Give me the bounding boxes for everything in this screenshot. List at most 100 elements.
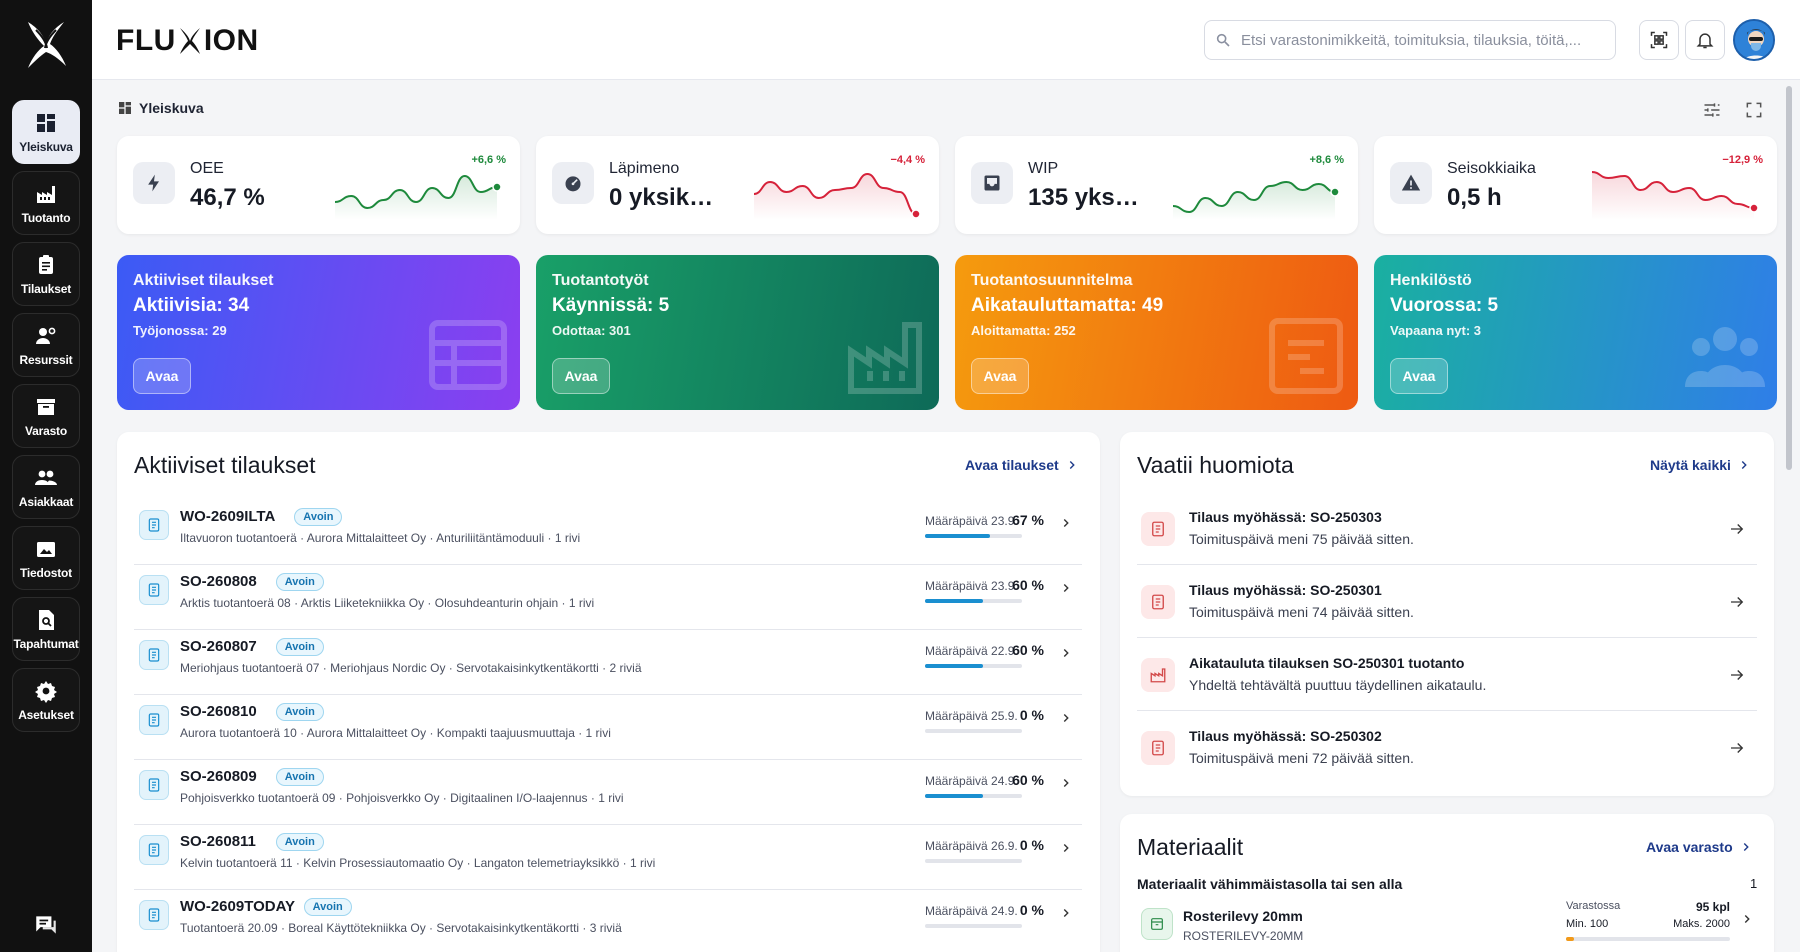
nav-item-label: Tiedostot [20,565,72,580]
nav-item-label: Tapahtumat [13,636,79,651]
qr-scan-button[interactable] [1639,20,1679,60]
user-avatar[interactable] [1733,19,1775,61]
chevron-right-icon[interactable] [1059,841,1073,855]
kpi-card-seisokkiaika[interactable]: Seisokkiaika 0,5 h −12,9 % [1374,136,1777,234]
order-row[interactable]: SO-260811 Avoin Kelvin tuotantoerä 11 · … [134,825,1082,890]
kpi-value: 0 yksikköä [609,184,721,211]
open-warehouse-link[interactable]: Avaa varasto [1646,839,1753,855]
chat-icon[interactable] [33,912,59,938]
order-row[interactable]: SO-260809 Avoin Pohjoisverkko tuotantoer… [134,760,1082,825]
chevron-right-icon[interactable] [1059,581,1073,595]
app-root: Yleiskuva Tuotanto Tilaukset Resurssit Varas… [0,0,1800,952]
order-progress-bar [925,794,1022,798]
nav-item-label: Asiakkaat [18,494,74,509]
nav-item-resurssit[interactable]: Resurssit [12,313,80,377]
summary-card-primary: Aikatauluttamatta: 49 [971,295,1164,316]
order-description: Pohjoisverkko tuotantoerä 09 · Pohjoisve… [180,791,624,805]
fullscreen-icon[interactable] [1744,100,1764,120]
tune-icon[interactable] [1702,100,1722,120]
order-description: Aurora tuotantoerä 10 · Aurora Mittalait… [180,726,611,740]
order-row[interactable]: SO-260810 Avoin Aurora tuotantoerä 10 · … [134,695,1082,760]
stock-level-bar [1566,937,1730,941]
nav-item-tapahtumat[interactable]: Tapahtumat [12,597,80,661]
page-title: Yleiskuva [139,100,204,116]
nav-item-tuotanto[interactable]: Tuotanto [12,171,80,235]
summary-card-open-button[interactable]: Avaa [552,358,610,394]
order-doc-icon [1152,594,1164,610]
page-scrollbar[interactable] [1786,86,1792,470]
nav-item-label: Asetukset [18,707,74,722]
kpi-icon-box [133,162,175,204]
nav-item-varasto[interactable]: Varasto [12,384,80,448]
attention-item[interactable]: Tilaus myöhässä: SO-250301 Toimituspäivä… [1137,565,1757,638]
chevron-right-icon[interactable] [1740,912,1754,926]
chevron-right-icon[interactable] [1059,646,1073,660]
open-orders-link[interactable]: Avaa tilaukset [965,457,1079,473]
order-icon-box [139,835,169,865]
chevron-right-icon[interactable] [1059,711,1073,725]
arrow-right-icon[interactable] [1728,666,1746,684]
order-icon-box [139,900,169,930]
notifications-button[interactable] [1685,20,1725,60]
attention-item-title: Tilaus myöhässä: SO-250303 [1189,509,1382,525]
summary-card-title: Henkilöstö [1390,272,1472,289]
attention-item-subtitle: Toimituspäivä meni 72 päivää sitten. [1189,750,1414,766]
attention-item-subtitle: Yhdeltä tehtävältä puuttuu täydellinen a… [1189,677,1487,693]
summary-card-primary: Vuorossa: 5 [1390,295,1499,316]
kpi-sparkline [334,174,501,220]
order-row[interactable]: WO-2609TODAY Avoin Tuotantoerä 20.09 · B… [134,890,1082,952]
bolt-icon [148,174,159,192]
files-icon [37,541,55,557]
show-all-link[interactable]: Näytä kaikki [1650,457,1751,473]
inbox-icon [984,175,1000,191]
qr-scan-icon [1650,31,1668,49]
order-row[interactable]: WO-2609ILTA Avoin Iltavuoron tuotantoerä… [134,500,1082,565]
nav-item-asetukset[interactable]: Asetukset [12,668,80,732]
nav-item-asiakkaat[interactable]: Asiakkaat [12,455,80,519]
kpi-card-wip[interactable]: WIP 135 yksikköä +8,6 % [955,136,1358,234]
app-logo-icon[interactable] [22,18,70,70]
attention-panel: Vaatii huomiota Näytä kaikki Tilaus myöh… [1120,432,1774,796]
kpi-sparkline [1591,171,1758,220]
attention-item[interactable]: Tilaus myöhässä: SO-250303 Toimituspäivä… [1137,492,1757,565]
attention-item[interactable]: Aikatauluta tilauksen SO-250301 tuotanto… [1137,638,1757,711]
kpi-card-oee[interactable]: OEE 46,7 % +6,6 % [117,136,520,234]
order-progress-bar [925,859,1022,863]
material-code: ROSTERILEVY-20MM [1183,929,1304,943]
order-doc-icon [148,583,160,597]
material-item[interactable]: Rosterilevy 20mm ROSTERILEVY-20MM Varast… [1137,900,1757,952]
attention-item-subtitle: Toimituspäivä meni 75 päivää sitten. [1189,531,1414,547]
order-progress-percent: 0 % [1019,902,1044,918]
nav-item-tilaukset[interactable]: Tilaukset [12,242,80,306]
order-doc-icon [148,843,160,857]
brand-x-icon [179,28,200,54]
search-input[interactable] [1241,31,1601,49]
sparkline-end-dot [492,182,501,192]
chevron-right-icon[interactable] [1059,516,1073,530]
order-description: Arktis tuotantoerä 08 · Arktis Liiketekn… [180,596,595,610]
summary-card-open-button[interactable]: Avaa [1390,358,1448,394]
chevron-right-icon[interactable] [1059,906,1073,920]
chevron-right-icon [1743,843,1749,851]
kpi-card-l-pimeno[interactable]: Läpimeno 0 yksikköä −4,4 % [536,136,939,234]
arrow-right-icon[interactable] [1728,520,1746,538]
nav-item-tiedostot[interactable]: Tiedostot [12,526,80,590]
summary-card-open-button[interactable]: Avaa [971,358,1029,394]
brand-wordmark: FLU ION [116,24,259,58]
brand-text-left: FLU [116,24,176,57]
order-doc-icon [148,908,160,922]
order-row[interactable]: SO-260808 Avoin Arktis tuotantoerä 08 · … [134,565,1082,630]
chevron-right-icon[interactable] [1059,776,1073,790]
summary-card-secondary: Aloittamatta: 252 [971,323,1076,338]
global-search[interactable] [1204,20,1616,60]
arrow-right-icon[interactable] [1728,739,1746,757]
arrow-right-icon[interactable] [1728,593,1746,611]
kpi-value: 0,5 h [1447,184,1502,211]
sparkline-end-dot [1749,203,1758,213]
attention-item[interactable]: Tilaus myöhässä: SO-250302 Toimituspäivä… [1137,711,1757,784]
group-watermark-icon [1685,327,1765,387]
nav-item-yleiskuva[interactable]: Yleiskuva [12,100,80,164]
order-row[interactable]: SO-260807 Avoin Meriohjaus tuotantoerä 0… [134,630,1082,695]
summary-card-open-button[interactable]: Avaa [133,358,191,394]
summary-card-secondary: Odottaa: 301 [552,323,631,338]
